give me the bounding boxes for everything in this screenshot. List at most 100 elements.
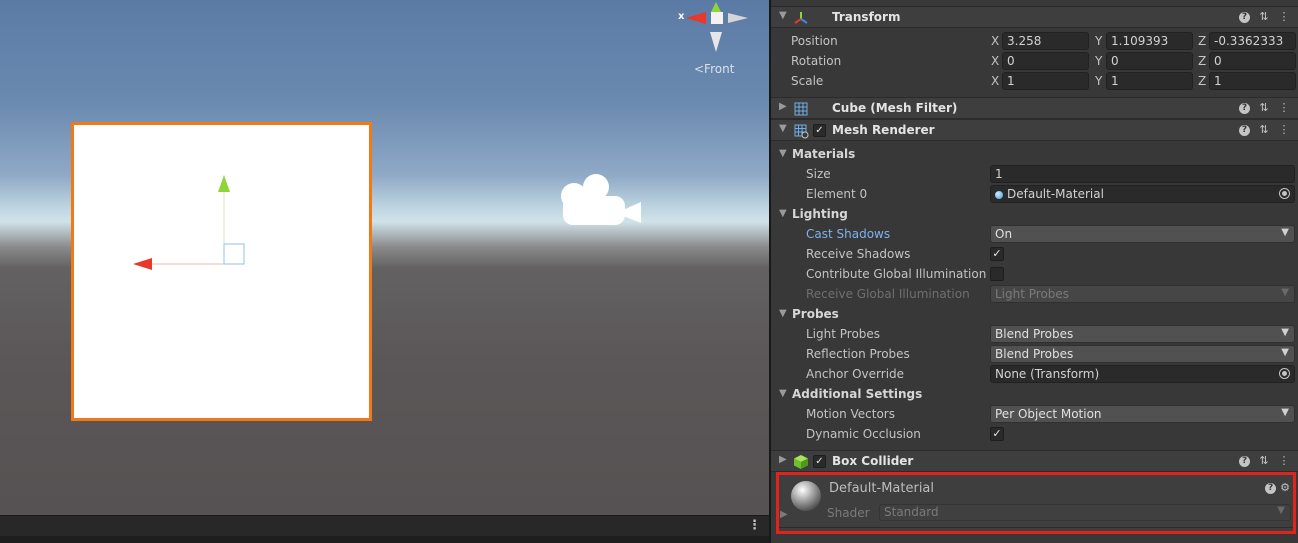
fold-icon[interactable]: ▼	[779, 148, 787, 159]
light-probes-row: Light Probes Blend Probes ▼	[771, 324, 1298, 344]
cast-shadows-row: Cast Shadows On ▼	[771, 224, 1298, 244]
material-preview-sphere	[791, 481, 821, 511]
mesh-renderer-icon	[794, 124, 809, 139]
presets-icon[interactable]: ⇅	[1258, 101, 1270, 115]
lighting-section[interactable]: ▼ Lighting	[771, 204, 1298, 224]
materials-size-row: Size 1	[771, 164, 1298, 184]
row-label: Cast Shadows	[806, 227, 891, 241]
help-icon[interactable]: ?	[1239, 125, 1250, 136]
section-label: Materials	[792, 147, 856, 161]
help-icon[interactable]: ?	[1265, 483, 1277, 494]
row-label: Reflection Probes	[806, 347, 910, 361]
rotation-z-field[interactable]: 0	[1209, 52, 1296, 70]
chevron-down-icon: ▼	[1281, 407, 1289, 418]
axis-x-label[interactable]: X	[991, 74, 999, 88]
mesh-filter-header[interactable]: ▶ Cube (Mesh Filter) ? ⇅ ⋮	[771, 97, 1298, 119]
axis-x-label[interactable]: X	[991, 54, 999, 68]
material-object-field[interactable]: Default-Material	[990, 185, 1295, 203]
axis-z-label[interactable]: Z	[1198, 54, 1206, 68]
more-options-icon[interactable]: ⋮	[748, 518, 761, 533]
transform-header[interactable]: ▼ Transform ? ⇅ ⋮	[771, 6, 1298, 28]
help-icon[interactable]: ?	[1239, 12, 1250, 23]
presets-icon[interactable]: ⇅	[1258, 10, 1270, 24]
dropdown-value: Blend Probes	[995, 327, 1074, 341]
row-label: Motion Vectors	[806, 407, 895, 421]
axis-y-label[interactable]: Y	[1095, 74, 1102, 88]
more-options-icon[interactable]: ⋮	[1278, 123, 1290, 137]
transform-position-row: Position X 3.258 Y 1.109393 Z -0.3362333	[771, 31, 1298, 51]
camera-icon[interactable]	[553, 168, 643, 233]
shader-dropdown: Standard ▼	[879, 504, 1291, 521]
component-title: Transform	[832, 10, 901, 24]
reflection-probes-dropdown[interactable]: Blend Probes ▼	[990, 345, 1295, 363]
position-z-field[interactable]: -0.3362333	[1209, 32, 1296, 50]
chevron-down-icon: ▼	[1281, 287, 1289, 298]
materials-size-field[interactable]: 1	[990, 165, 1295, 183]
chevron-down-icon: ▼	[1281, 347, 1289, 358]
view-mode-label[interactable]: <Front	[694, 62, 734, 76]
dynamic-occlusion-checkbox[interactable]: ✓	[990, 427, 1004, 441]
presets-icon[interactable]: ⇅	[1258, 123, 1270, 137]
axis-x-label[interactable]: X	[991, 34, 999, 48]
material-icon	[995, 191, 1003, 199]
more-options-icon[interactable]: ⋮	[1278, 101, 1290, 115]
materials-section[interactable]: ▼ Materials	[771, 144, 1298, 164]
fold-icon[interactable]: ▼	[779, 123, 787, 134]
transform-icon	[794, 12, 808, 24]
row-label: Receive Global Illumination	[806, 287, 970, 301]
mesh-renderer-header[interactable]: ▼ ✓ Mesh Renderer ? ⇅ ⋮	[771, 119, 1298, 141]
chevron-down-icon: ▼	[1281, 227, 1289, 238]
fold-icon[interactable]: ▼	[779, 10, 787, 21]
material-inspector-panel[interactable]: Default-Material ? ⚙ ▶ Shader Standard ▼	[776, 472, 1296, 534]
light-probes-dropdown[interactable]: Blend Probes ▼	[990, 325, 1295, 343]
object-picker-icon[interactable]	[1279, 368, 1290, 379]
position-y-field[interactable]: 1.109393	[1106, 32, 1193, 50]
position-x-field[interactable]: 3.258	[1002, 32, 1089, 50]
fold-icon[interactable]: ▶	[779, 101, 787, 112]
probes-section[interactable]: ▼ Probes	[771, 304, 1298, 324]
receive-shadows-checkbox[interactable]: ✓	[990, 247, 1004, 261]
help-icon[interactable]: ?	[1239, 103, 1250, 114]
more-options-icon[interactable]: ⋮	[1278, 454, 1290, 468]
box-collider-enabled-checkbox[interactable]: ✓	[813, 455, 826, 468]
gear-icon[interactable]: ⚙	[1280, 481, 1290, 494]
contribute-gi-checkbox[interactable]	[990, 267, 1004, 281]
scale-y-field[interactable]: 1	[1106, 72, 1193, 90]
axis-z-label[interactable]: Z	[1198, 74, 1206, 88]
help-icon[interactable]: ?	[1239, 456, 1250, 467]
axis-z-label[interactable]: Z	[1198, 34, 1206, 48]
anchor-override-field[interactable]: None (Transform)	[990, 365, 1295, 383]
move-gizmo[interactable]	[0, 0, 769, 515]
fold-icon[interactable]: ▼	[779, 208, 787, 219]
mesh-renderer-enabled-checkbox[interactable]: ✓	[813, 124, 826, 137]
row-label: Position	[791, 34, 838, 48]
section-label: Lighting	[792, 207, 848, 221]
orientation-x-label: x	[678, 11, 685, 22]
dynamic-occlusion-row: Dynamic Occlusion ✓	[771, 424, 1298, 444]
inspector-panel: ▼ Transform ? ⇅ ⋮ Position X 3.258 Y 1.1…	[769, 0, 1298, 543]
anchor-override-row: Anchor Override None (Transform)	[771, 364, 1298, 384]
scale-z-field[interactable]: 1	[1209, 72, 1296, 90]
more-options-icon[interactable]: ⋮	[1278, 10, 1290, 24]
cast-shadows-dropdown[interactable]: On ▼	[990, 225, 1295, 243]
fold-icon[interactable]: ▶	[779, 454, 787, 465]
fold-icon[interactable]: ▶	[780, 509, 788, 520]
box-collider-header[interactable]: ▶ ✓ Box Collider ? ⇅ ⋮	[771, 450, 1298, 472]
rotation-x-field[interactable]: 0	[1002, 52, 1089, 70]
scale-x-field[interactable]: 1	[1002, 72, 1089, 90]
dropdown-value: Standard	[884, 505, 939, 519]
orientation-gizmo[interactable]	[676, 2, 756, 54]
fold-icon[interactable]: ▼	[779, 388, 787, 399]
scene-status-bar	[0, 536, 769, 543]
axis-y-label[interactable]: Y	[1095, 34, 1102, 48]
chevron-down-icon: ▼	[1281, 327, 1289, 338]
presets-icon[interactable]: ⇅	[1258, 454, 1270, 468]
object-picker-icon[interactable]	[1279, 188, 1290, 199]
rotation-y-field[interactable]: 0	[1106, 52, 1193, 70]
motion-vectors-dropdown[interactable]: Per Object Motion ▼	[990, 405, 1295, 423]
fold-icon[interactable]: ▼	[779, 308, 787, 319]
additional-settings-section[interactable]: ▼ Additional Settings	[771, 384, 1298, 404]
scene-view[interactable]: x <Front	[0, 0, 769, 515]
axis-y-label[interactable]: Y	[1095, 54, 1102, 68]
materials-element-row: Element 0 Default-Material	[771, 184, 1298, 204]
